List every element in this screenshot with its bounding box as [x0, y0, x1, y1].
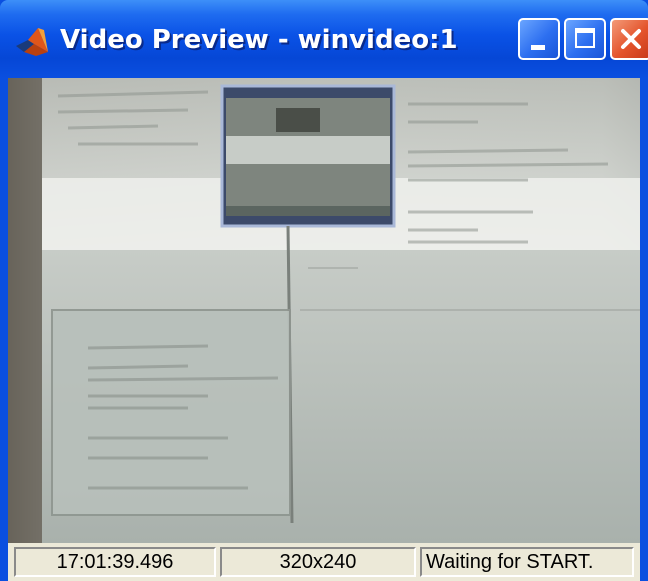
maximize-button[interactable] [564, 18, 606, 60]
minimize-icon [531, 45, 545, 50]
video-preview-frame [8, 78, 640, 543]
video-preview-window: Video Preview - winvideo:1 17:01:39.496 … [0, 0, 648, 581]
close-icon [621, 29, 641, 49]
status-message: Waiting for START. [420, 547, 634, 577]
close-button[interactable] [610, 18, 648, 60]
timestamp-readout: 17:01:39.496 [14, 547, 216, 577]
window-title: Video Preview - winvideo:1 [60, 25, 458, 55]
maximize-icon [575, 28, 595, 48]
resolution-readout: 320x240 [220, 547, 416, 577]
status-bar: 17:01:39.496 320x240 Waiting for START. [8, 543, 640, 581]
matlab-logo-icon [16, 28, 48, 56]
minimize-button[interactable] [518, 18, 560, 60]
camera-feed-image [8, 78, 640, 543]
title-bar[interactable]: Video Preview - winvideo:1 [0, 0, 648, 78]
